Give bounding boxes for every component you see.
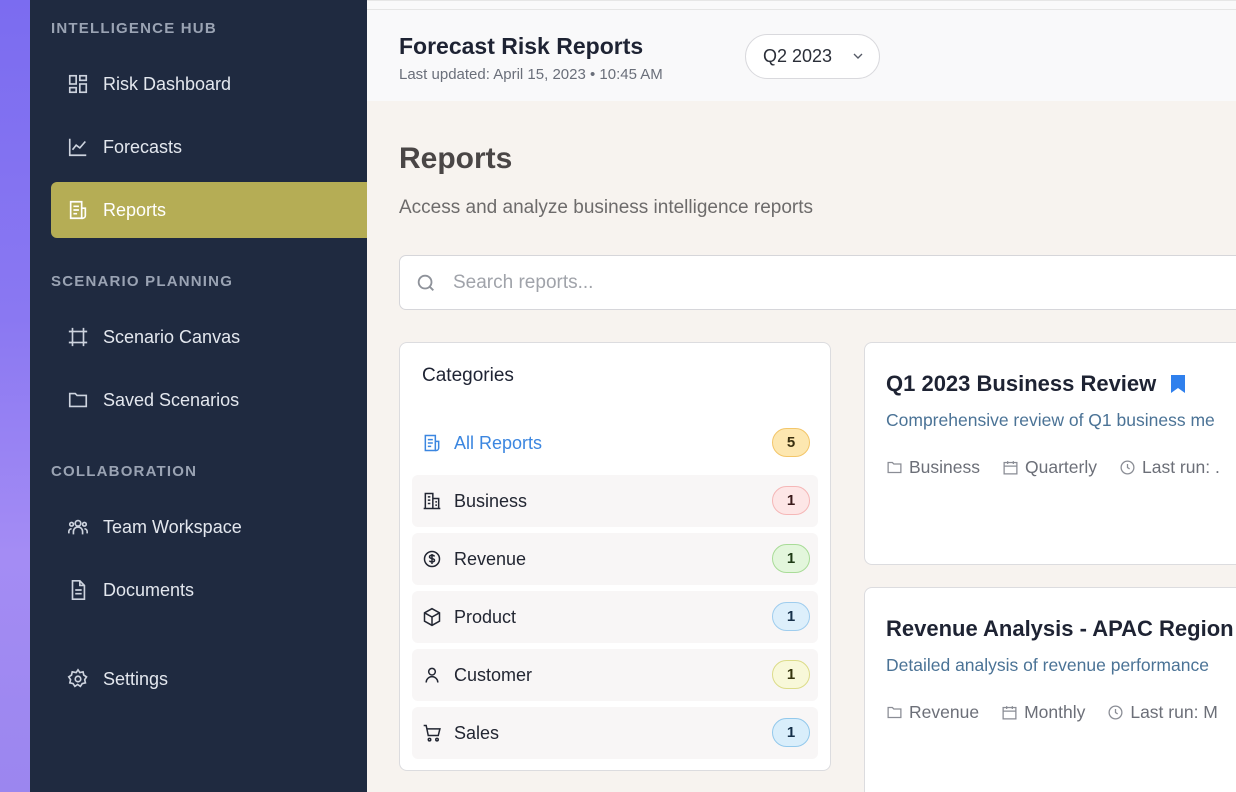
- count-badge: 5: [772, 428, 810, 457]
- category-sales[interactable]: Sales 1: [412, 707, 818, 759]
- report-title: Revenue Analysis - APAC Region: [886, 616, 1234, 641]
- report-frequency: Monthly: [1001, 702, 1085, 723]
- page-title: Reports: [399, 142, 513, 175]
- dollar-icon: [422, 549, 442, 569]
- clock-icon: [1108, 705, 1123, 720]
- period-select[interactable]: Q2 2023: [745, 34, 880, 79]
- count-badge: 1: [772, 544, 810, 573]
- report-card[interactable]: Revenue Analysis - APAC Region Detailed …: [864, 587, 1236, 792]
- categories-panel: Categories All Reports 5 Business 1 Reve…: [399, 342, 831, 771]
- count-badge: 1: [772, 718, 810, 747]
- search-placeholder: Search reports...: [453, 271, 594, 293]
- sidebar-item-label: Scenario Canvas: [103, 326, 241, 347]
- sidebar: INTELLIGENCE HUB Risk Dashboard Forecast…: [30, 0, 367, 792]
- report-description: Comprehensive review of Q1 business me: [886, 410, 1215, 430]
- sidebar-item-label: Settings: [103, 668, 169, 689]
- category-label: Customer: [454, 664, 533, 685]
- section-title-intelligence-hub: INTELLIGENCE HUB: [51, 20, 217, 37]
- line-chart-icon: [67, 136, 89, 158]
- count-badge: 1: [772, 602, 810, 631]
- sidebar-item-label: Team Workspace: [103, 516, 242, 537]
- report-meta: Business Quarterly Last run: .: [886, 457, 1236, 478]
- sidebar-item-scenario-canvas[interactable]: Scenario Canvas: [51, 309, 367, 365]
- document-icon: [67, 579, 89, 601]
- folder-icon: [67, 389, 89, 411]
- report-frequency-label: Quarterly: [1025, 457, 1097, 477]
- sidebar-item-settings[interactable]: Settings: [51, 651, 367, 707]
- category-label: All Reports: [454, 432, 543, 453]
- category-business[interactable]: Business 1: [412, 475, 818, 527]
- dashboard-icon: [67, 73, 89, 95]
- category-revenue[interactable]: Revenue 1: [412, 533, 818, 585]
- sidebar-item-label: Documents: [103, 579, 195, 600]
- sidebar-item-reports[interactable]: Reports: [51, 182, 367, 238]
- category-label: Business: [454, 490, 528, 511]
- calendar-icon: [1003, 461, 1018, 475]
- report-icon: [67, 199, 89, 221]
- building-icon: [422, 491, 442, 511]
- report-category-label: Revenue: [909, 702, 980, 722]
- sidebar-item-forecasts[interactable]: Forecasts: [51, 119, 367, 175]
- sidebar-item-team-workspace[interactable]: Team Workspace: [51, 499, 367, 555]
- report-last-run: Last run: M: [1107, 702, 1218, 723]
- cart-icon: [422, 723, 442, 743]
- page-header-title: Forecast Risk Reports: [399, 33, 644, 59]
- category-label: Product: [454, 606, 517, 627]
- clock-icon: [1120, 460, 1135, 475]
- search-icon: [417, 274, 434, 291]
- top-header: Forecast Risk Reports Last updated: Apri…: [367, 0, 1236, 101]
- section-title-collaboration: COLLABORATION: [51, 463, 198, 480]
- category-label: Revenue: [454, 548, 527, 569]
- report-category-label: Business: [909, 457, 981, 477]
- report-last-run-label: Last run: M: [1130, 702, 1218, 722]
- categories-title: Categories: [422, 365, 514, 386]
- folder-icon: [887, 461, 902, 474]
- sidebar-item-risk-dashboard[interactable]: Risk Dashboard: [51, 56, 367, 112]
- report-icon: [422, 433, 442, 453]
- report-category: Business: [886, 457, 980, 478]
- sidebar-item-documents[interactable]: Documents: [51, 562, 367, 618]
- box-icon: [422, 607, 442, 627]
- report-description: Detailed analysis of revenue performance: [886, 655, 1209, 675]
- report-last-run: Last run: .: [1119, 457, 1220, 478]
- count-badge: 1: [772, 660, 810, 689]
- sidebar-item-label: Risk Dashboard: [103, 73, 232, 94]
- category-all-reports[interactable]: All Reports 5: [412, 417, 818, 469]
- user-icon: [422, 665, 442, 685]
- chevron-down-icon: [853, 53, 863, 59]
- report-title: Q1 2023 Business Review: [886, 371, 1157, 396]
- header-divider: [367, 9, 1236, 10]
- report-card[interactable]: Q1 2023 Business Review Comprehensive re…: [864, 342, 1236, 565]
- sidebar-item-label: Forecasts: [103, 136, 183, 157]
- sidebar-item-label: Reports: [103, 199, 167, 220]
- category-product[interactable]: Product 1: [412, 591, 818, 643]
- category-customer[interactable]: Customer 1: [412, 649, 818, 701]
- report-frequency: Quarterly: [1002, 457, 1097, 478]
- period-select-value: Q2 2023: [763, 46, 833, 66]
- search-input[interactable]: Search reports...: [399, 255, 1236, 310]
- count-badge: 1: [772, 486, 810, 515]
- report-meta: Revenue Monthly Last run: M: [886, 702, 1236, 723]
- folder-icon: [887, 706, 902, 719]
- last-updated-text: Last updated: April 15, 2023 • 10:45 AM: [399, 66, 663, 83]
- category-label: Sales: [454, 722, 500, 743]
- report-last-run-label: Last run: .: [1141, 457, 1220, 477]
- page-subtitle: Access and analyze business intelligence…: [399, 197, 814, 218]
- window-edge-gradient: [0, 0, 30, 792]
- section-title-scenario-planning: SCENARIO PLANNING: [51, 273, 234, 290]
- frame-icon: [67, 326, 89, 348]
- calendar-icon: [1002, 706, 1017, 720]
- report-frequency-label: Monthly: [1024, 702, 1086, 722]
- gear-icon: [67, 668, 89, 690]
- team-icon: [67, 516, 89, 538]
- bookmark-icon[interactable]: [1170, 374, 1186, 394]
- sidebar-item-saved-scenarios[interactable]: Saved Scenarios: [51, 372, 367, 428]
- sidebar-item-label: Saved Scenarios: [103, 389, 240, 410]
- report-category: Revenue: [886, 702, 979, 723]
